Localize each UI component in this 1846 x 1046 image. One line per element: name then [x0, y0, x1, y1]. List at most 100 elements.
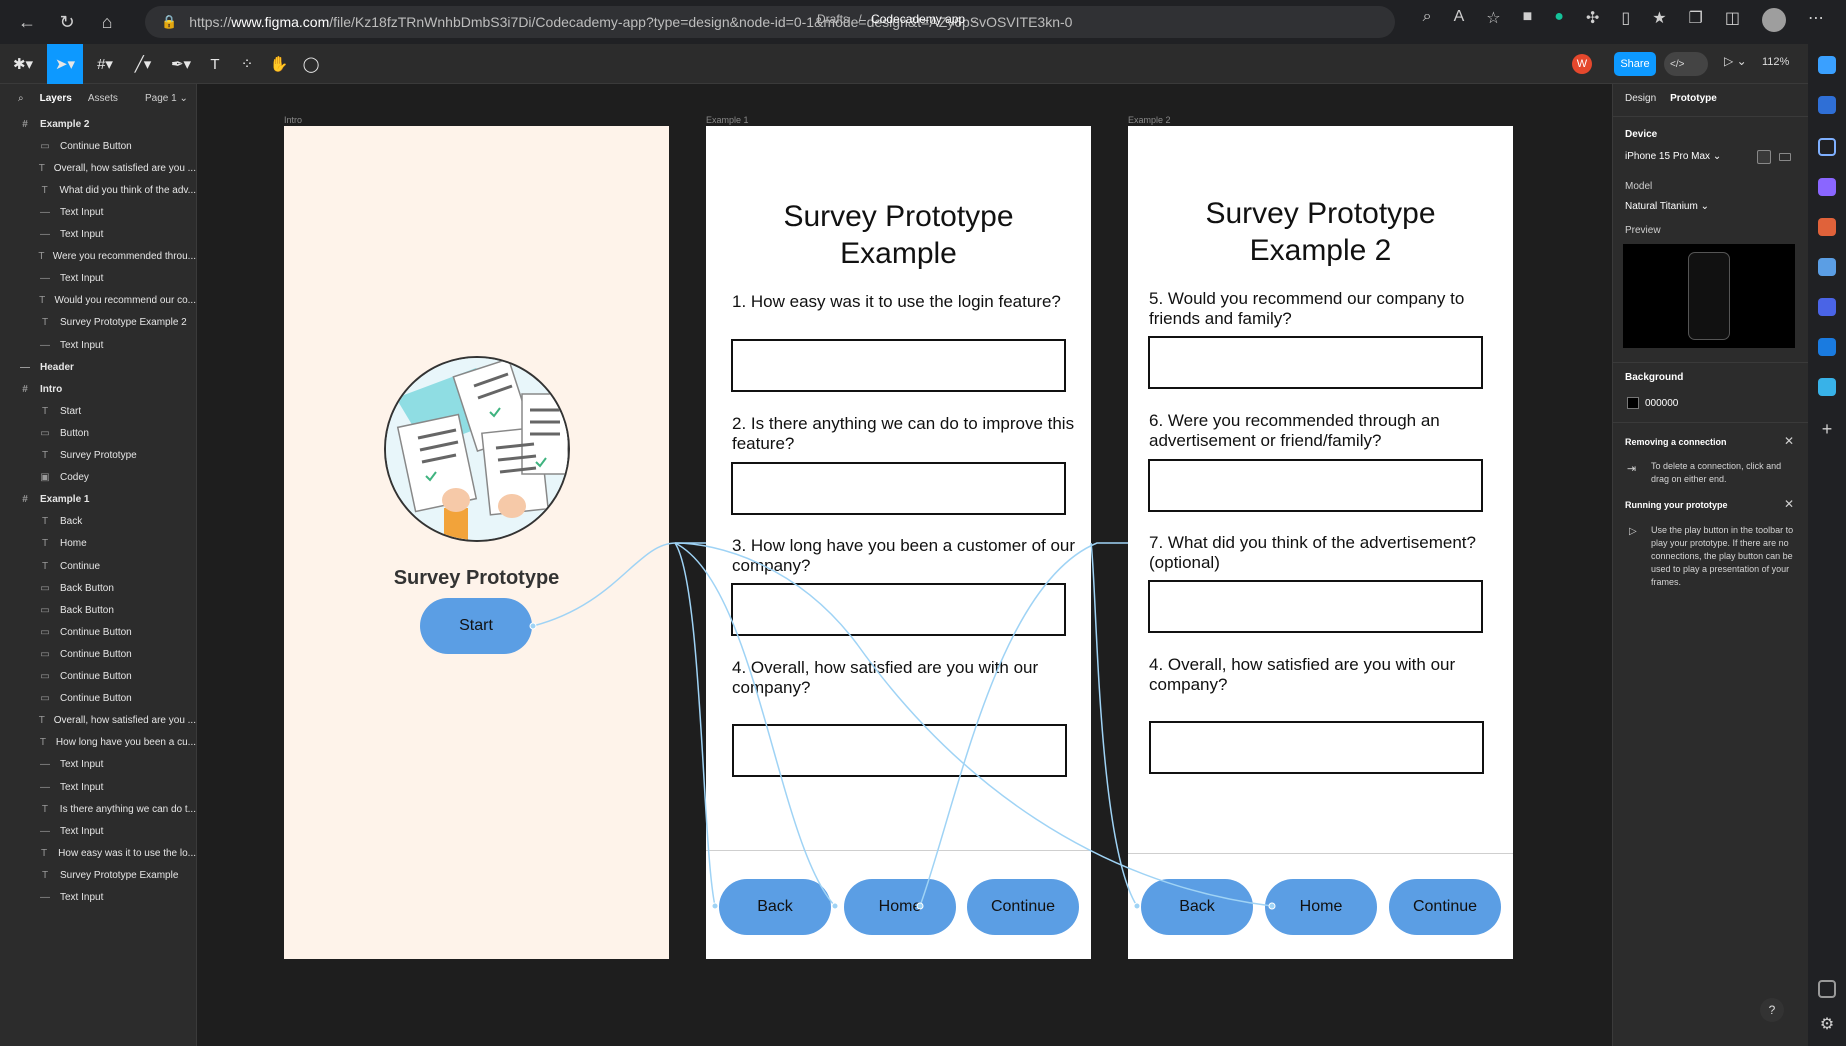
browser-essentials-icon[interactable]: ◫	[1725, 8, 1740, 32]
zoom-level[interactable]: 112%	[1762, 56, 1789, 68]
example2-text-input-3[interactable]	[1148, 580, 1483, 633]
favorite-star-icon[interactable]: ☆	[1486, 8, 1500, 32]
settings-gear-icon[interactable]: ⚙	[1818, 1016, 1836, 1034]
layer-row[interactable]: T Overall, how satisfied are you ...	[0, 157, 196, 179]
send-icon[interactable]	[1818, 378, 1836, 396]
zoom-icon[interactable]: ⌕	[1423, 8, 1432, 32]
frame-label-intro[interactable]: Intro	[284, 115, 302, 125]
back-arrow-icon[interactable]: ←	[14, 9, 40, 35]
resources-icon[interactable]: ⁘	[236, 44, 258, 84]
portrait-icon[interactable]	[1757, 150, 1771, 164]
landscape-icon[interactable]	[1779, 153, 1791, 161]
example2-frame[interactable]: Survey Prototype Example 2 5. Would you …	[1128, 126, 1513, 959]
background-color-swatch[interactable]	[1627, 397, 1639, 409]
frame-label-example2[interactable]: Example 2	[1128, 115, 1171, 125]
layer-row[interactable]: T Survey Prototype Example 2	[0, 312, 196, 334]
layer-row[interactable]: ▭ Continue Button	[0, 688, 196, 710]
help-button[interactable]: ?	[1760, 998, 1784, 1022]
layer-row[interactable]: — Text Input	[0, 334, 196, 356]
toolbox-icon[interactable]	[1818, 218, 1836, 236]
background-hex[interactable]: 000000	[1645, 398, 1678, 409]
layer-row[interactable]: — Text Input	[0, 224, 196, 246]
figma-menu-icon[interactable]: ✱▾	[8, 44, 38, 84]
tab-design[interactable]: Design	[1625, 93, 1656, 104]
puzzle-icon[interactable]: ✣	[1586, 8, 1599, 32]
close-icon[interactable]: ✕	[1784, 434, 1794, 448]
comment-tool-icon[interactable]: ◯	[298, 44, 324, 84]
hand-tool-icon[interactable]: ✋	[266, 44, 292, 84]
sidebar-toggle-icon[interactable]	[1818, 980, 1836, 998]
layer-row[interactable]: ▭ Button	[0, 422, 196, 444]
move-tool-icon[interactable]: ➤▾	[47, 44, 83, 84]
layer-row[interactable]: T Home	[0, 533, 196, 555]
layer-row[interactable]: — Text Input	[0, 201, 196, 223]
layer-row[interactable]: — Text Input	[0, 820, 196, 842]
layer-row[interactable]: T Start	[0, 400, 196, 422]
example2-continue-button[interactable]: Continue	[1389, 879, 1501, 935]
grammarly-icon[interactable]: ●	[1554, 8, 1564, 32]
layer-row[interactable]: T Were you recommended throu...	[0, 246, 196, 268]
layer-row[interactable]: # Example 2	[0, 113, 196, 135]
layer-row[interactable]: — Text Input	[0, 776, 196, 798]
layer-row[interactable]: — Text Input	[0, 754, 196, 776]
tab-prototype[interactable]: Prototype	[1670, 93, 1717, 104]
address-bar[interactable]: 🔒 https://www.figma.com/file/Kz18fzTRnWn…	[145, 6, 1395, 38]
refresh-icon[interactable]: ↻	[54, 9, 80, 35]
games-icon[interactable]	[1818, 258, 1836, 276]
layer-row[interactable]: T Is there anything we can do t...	[0, 798, 196, 820]
layer-row[interactable]: T How easy was it to use the lo...	[0, 842, 196, 864]
layer-row[interactable]: T How long have you been a cu...	[0, 732, 196, 754]
collections-icon[interactable]: ❐	[1689, 8, 1703, 32]
play-button[interactable]: ▷ ⌄	[1724, 54, 1747, 68]
intro-frame[interactable]: Survey Prototype Start	[284, 126, 669, 959]
layer-row[interactable]: T Back	[0, 511, 196, 533]
example2-text-input-2[interactable]	[1148, 459, 1483, 512]
example1-text-input-3[interactable]	[731, 583, 1066, 636]
example2-text-input-1[interactable]	[1148, 336, 1483, 389]
example2-home-button[interactable]: Home	[1265, 879, 1377, 935]
read-aloud-icon[interactable]: A	[1454, 8, 1465, 32]
split-screen-icon[interactable]: ▯	[1621, 8, 1630, 32]
layer-row[interactable]: ▭ Continue Button	[0, 135, 196, 157]
dev-mode-toggle[interactable]: </>	[1664, 52, 1708, 76]
layer-row[interactable]: T Overall, how satisfied are you ...	[0, 710, 196, 732]
frame-label-example1[interactable]: Example 1	[706, 115, 749, 125]
layer-row[interactable]: ▭ Continue Button	[0, 643, 196, 665]
page-selector[interactable]: Page 1 ⌄	[145, 93, 188, 104]
user-avatar[interactable]: W	[1572, 54, 1592, 74]
profile-avatar[interactable]	[1762, 8, 1786, 32]
favorites-icon[interactable]: ★	[1652, 8, 1666, 32]
start-button[interactable]: Start	[420, 598, 532, 654]
example1-home-button[interactable]: Home	[844, 879, 956, 935]
layer-row[interactable]: — Text Input	[0, 268, 196, 290]
layer-row[interactable]: T Survey Prototype	[0, 445, 196, 467]
frame-tool-icon[interactable]: #▾	[90, 44, 120, 84]
example1-text-input-1[interactable]	[731, 339, 1066, 392]
notifications-icon[interactable]	[1818, 96, 1836, 114]
example2-text-input-4[interactable]	[1149, 721, 1484, 774]
layer-row[interactable]: T Would you recommend our co...	[0, 290, 196, 312]
tab-layers[interactable]: Layers	[40, 93, 72, 104]
layer-row[interactable]: ▭ Continue Button	[0, 621, 196, 643]
layer-row[interactable]: — Text Input	[0, 887, 196, 909]
design-canvas[interactable]: Intro Example 1 Example 2 Survey Prototy…	[197, 84, 1612, 1046]
home-icon[interactable]: ⌂	[94, 9, 120, 35]
search-icon[interactable]	[1818, 138, 1836, 156]
breadcrumb-drafts[interactable]: Drafts	[817, 12, 849, 26]
example1-back-button[interactable]: Back	[719, 879, 831, 935]
example1-text-input-2[interactable]	[731, 462, 1066, 515]
close-icon[interactable]: ✕	[1784, 497, 1794, 511]
text-tool-icon[interactable]: T	[204, 44, 226, 84]
m365-icon[interactable]	[1818, 298, 1836, 316]
layer-row[interactable]: T Continue	[0, 555, 196, 577]
chevron-down-icon[interactable]: ⌄	[968, 12, 978, 26]
layer-row[interactable]: ▭ Back Button	[0, 599, 196, 621]
copilot-icon[interactable]	[1818, 56, 1836, 74]
search-layers-icon[interactable]: ⌕	[18, 93, 24, 104]
layer-row[interactable]: # Example 1	[0, 489, 196, 511]
outlook-icon[interactable]	[1818, 338, 1836, 356]
share-button[interactable]: Share	[1614, 52, 1656, 76]
layer-row[interactable]: T Survey Prototype Example	[0, 864, 196, 886]
model-select[interactable]: Natural Titanium ⌄	[1625, 201, 1709, 212]
file-name[interactable]: Codecademy app	[871, 12, 965, 26]
